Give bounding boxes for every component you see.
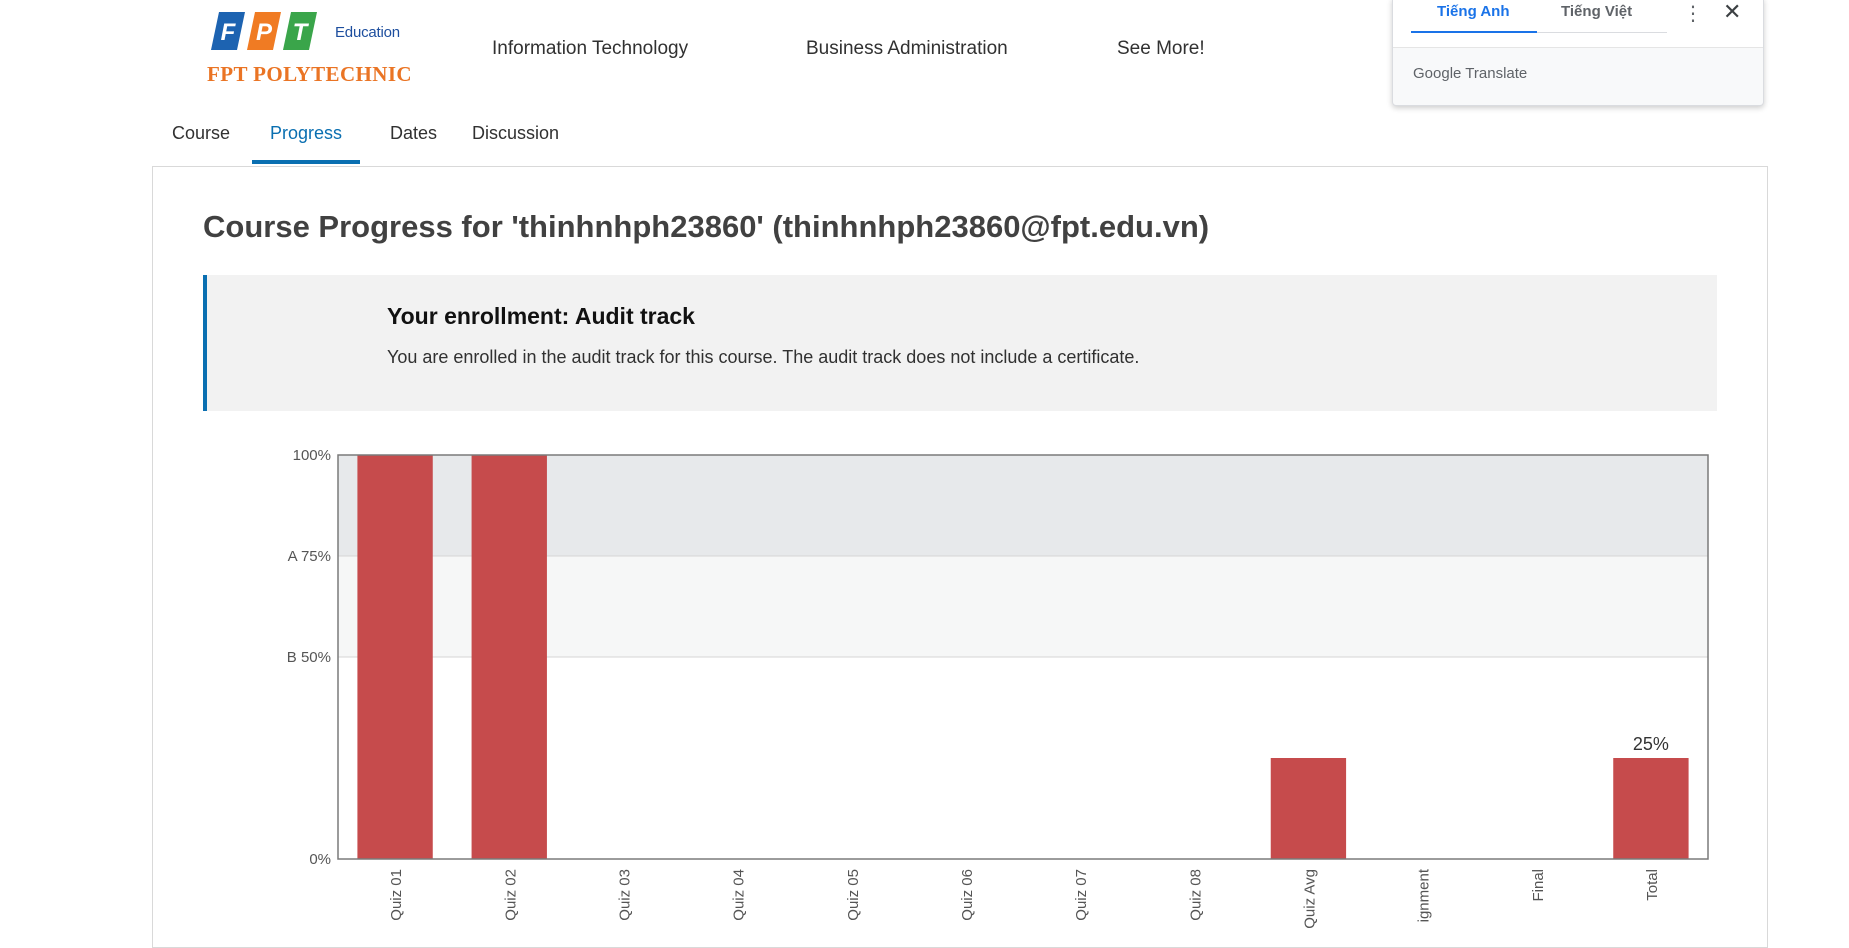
logo-tile-letter: P [256,19,273,46]
tab-discussion[interactable]: Discussion [454,120,577,164]
x-tick-label: Quiz Avg [1301,869,1318,929]
close-icon[interactable]: ✕ [1723,0,1741,25]
translate-tab-divider [1537,32,1667,33]
y-tick-label: 100% [293,447,331,464]
brand-translate: Translate [1465,65,1528,82]
x-tick-label: Quiz 06 [959,869,976,921]
tab-course[interactable]: Course [154,120,248,164]
chart-bar [471,455,547,859]
progress-panel: Course Progress for 'thinhnhph23860' (th… [152,166,1768,948]
x-tick-label: Quiz 07 [1073,869,1090,921]
more-vert-icon[interactable]: ⋮ [1683,1,1703,26]
logo-tile-letter: T [293,19,310,46]
translate-language-bar: Tiếng Anh Tiếng Việt ⋮ ✕ [1393,0,1763,48]
grade-chart: 100% A 75% B 50% 0% Quiz 01 Quiz 02 Quiz 03 Qui… [287,447,1709,929]
logo-tile-letter: F [221,19,237,46]
translate-lang-vietnamese[interactable]: Tiếng Việt [1561,3,1632,20]
x-tick-label: Quiz 04 [731,869,748,921]
x-tick-label: Quiz 05 [845,869,862,921]
logo-education-label: Education [335,24,400,41]
translate-lang-english[interactable]: Tiếng Anh [1437,3,1510,20]
google-translate-popup: Tiếng Anh Tiếng Việt ⋮ ✕ Google Translat… [1392,0,1764,106]
y-tick-label: B 50% [287,649,331,666]
chart-bar [1613,758,1689,859]
y-tick-label: 0% [309,851,331,868]
x-tick-label: Quiz 02 [502,869,519,921]
x-tick-label: Quiz 01 [388,869,405,921]
brand-google: Google [1413,65,1462,82]
tab-progress[interactable]: Progress [252,120,361,164]
bar-data-label: 25% [1633,734,1669,754]
translate-selected-underline [1411,31,1537,33]
fpt-polytechnic-logo[interactable]: FPT Education FPT POLYTECHNIC [207,12,427,86]
x-tick-label: ignment [1416,868,1433,922]
logo-brand-name: FPT POLYTECHNIC [207,62,412,86]
chart-bar [1270,758,1347,859]
nav-business-administration[interactable]: Business Administration [806,38,1008,60]
x-tick-label: Total [1644,869,1661,901]
chart-bar [357,455,433,859]
google-translate-brand: Google Translate [1413,65,1527,82]
tab-dates[interactable]: Dates [372,120,455,164]
nav-see-more[interactable]: See More! [1117,38,1205,60]
x-tick-label: Final [1530,869,1547,902]
y-tick-label: A 75% [288,548,331,565]
nav-information-technology[interactable]: Information Technology [492,38,688,60]
x-tick-label: Quiz 08 [1187,869,1204,921]
fpt-logo-mark-icon: FPT [211,12,317,50]
x-tick-label: Quiz 03 [616,869,633,921]
